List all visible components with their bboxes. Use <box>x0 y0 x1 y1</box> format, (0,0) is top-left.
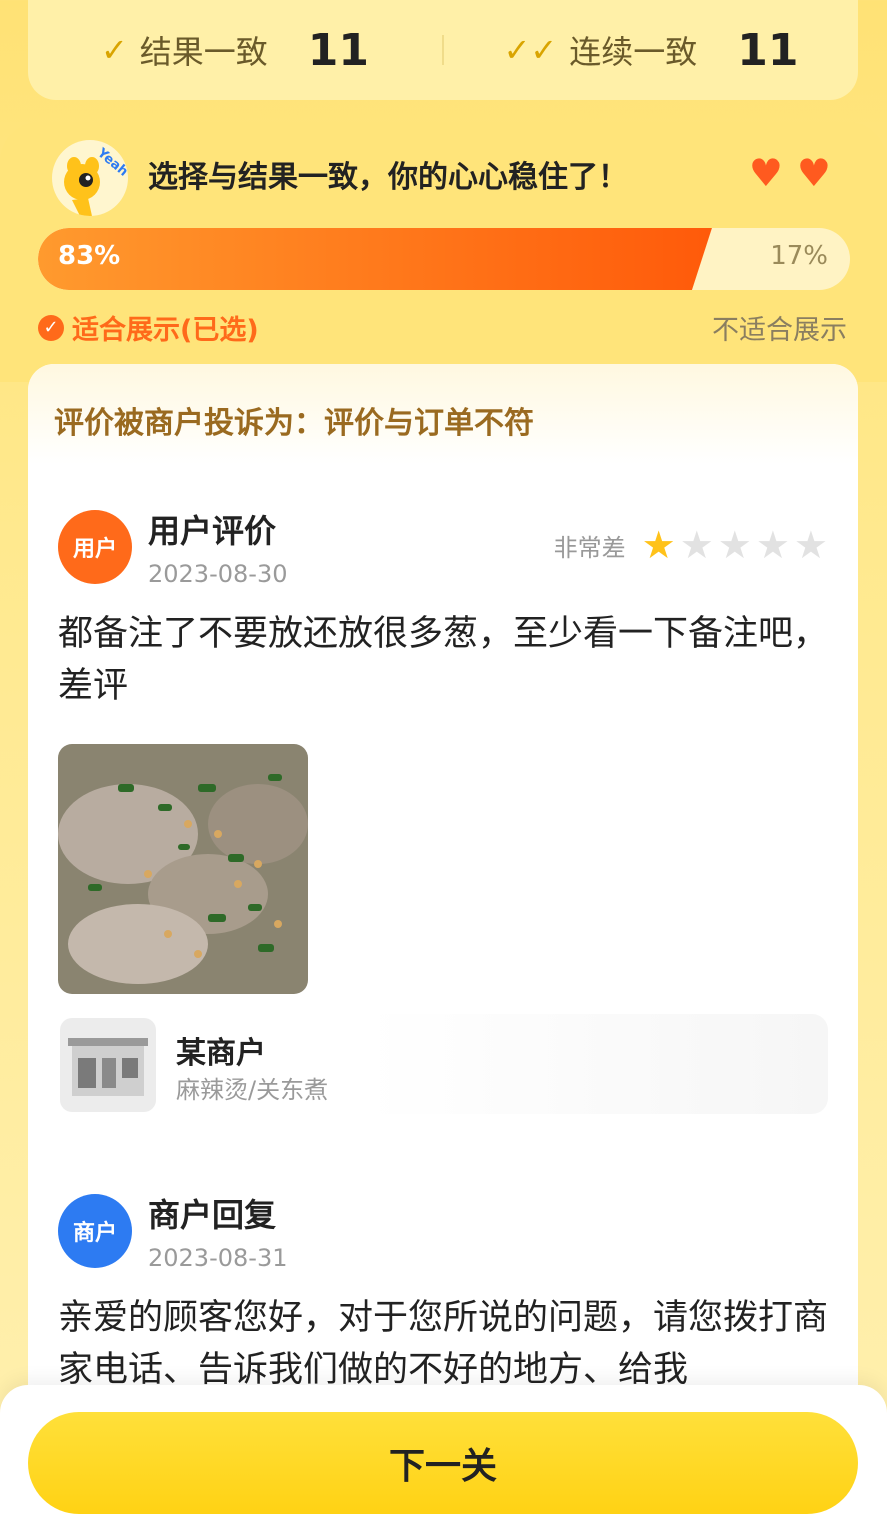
star-icon: ★ <box>793 523 828 567</box>
option-suitable: ✓ 适合展示(已选) <box>38 308 259 347</box>
stat-result-match-value: 11 <box>307 24 370 76</box>
stats-bar: ✓ 结果一致 11 ✓✓ 连续一致 11 <box>28 0 858 100</box>
double-check-icon: ✓✓ <box>503 31 558 69</box>
store-icon <box>60 1018 156 1112</box>
vote-right-percent: 17% <box>770 241 828 271</box>
result-message: 选择与结果一致，你的心心稳住了！ <box>148 160 628 195</box>
review-photo[interactable] <box>58 744 308 994</box>
vote-left-percent: 83% <box>58 241 121 271</box>
reply-header: 商户 商户回复 2023-08-31 <box>58 1190 287 1272</box>
hearts: ♥ ♥ <box>749 154 831 192</box>
reply-title: 商户回复 <box>148 1196 277 1234</box>
option-suitable-label: 适合展示(已选) <box>72 315 259 346</box>
store-name: 某商户 <box>176 1036 266 1071</box>
review-date: 2023-08-30 <box>148 560 288 588</box>
heart-icon: ♥ <box>796 151 831 195</box>
stat-streak: ✓✓ 连续一致 11 <box>444 25 858 76</box>
next-level-button[interactable]: 下一关 <box>28 1412 858 1514</box>
merchant-badge: 商户 <box>58 1194 132 1268</box>
bottom-bar: 下一关 <box>0 1385 887 1527</box>
complaint-banner: 评价被商户投诉为：评价与订单不符 <box>28 364 858 464</box>
check-circle-icon: ✓ <box>38 314 64 341</box>
store-category: 麻辣烫/关东煮 <box>176 1076 329 1104</box>
result-panel: Yeah 选择与结果一致，你的心心稳住了！ ♥ ♥ 83% 17% ✓ 适合展示… <box>0 122 887 382</box>
star-icon: ★ <box>679 523 714 567</box>
star-icon: ★ <box>641 523 676 567</box>
mascot-yeah-text: Yeah <box>93 145 128 180</box>
heart-icon: ♥ <box>748 151 783 195</box>
mascot-avatar: Yeah <box>52 140 128 216</box>
vote-bar-fill <box>38 228 712 290</box>
star-icon: ★ <box>717 523 752 567</box>
option-unsuitable: 不适合展示 <box>712 315 847 346</box>
stat-result-match: ✓ 结果一致 11 <box>28 25 442 76</box>
check-icon: ✓ <box>100 31 128 69</box>
review-header: 用户 用户评价 2023-08-30 <box>58 506 287 588</box>
rating: 非常差 ★ ★ ★ ★ ★ <box>554 526 828 564</box>
review-title: 用户评价 <box>148 512 277 550</box>
star-icon: ★ <box>755 523 790 567</box>
vote-bar: 83% 17% <box>38 228 850 290</box>
review-card: 评价被商户投诉为：评价与订单不符 用户 用户评价 2023-08-30 非常差 … <box>28 364 858 1527</box>
stat-streak-label: 连续一致 <box>569 33 698 71</box>
reply-text: 亲爱的顾客您好，对于您所说的问题，请您拨打商家电话、告诉我们做的不好的地方、给我 <box>58 1298 829 1390</box>
stat-result-match-label: 结果一致 <box>139 33 268 71</box>
store-card[interactable]: 某商户 麻辣烫/关东煮 <box>58 1014 828 1114</box>
reply-date: 2023-08-31 <box>148 1244 288 1272</box>
rating-label: 非常差 <box>553 533 626 562</box>
review-text: 都备注了不要放还放很多葱，至少看一下备注吧，差评 <box>58 614 829 706</box>
stat-streak-value: 11 <box>737 24 799 76</box>
user-badge: 用户 <box>58 510 132 584</box>
